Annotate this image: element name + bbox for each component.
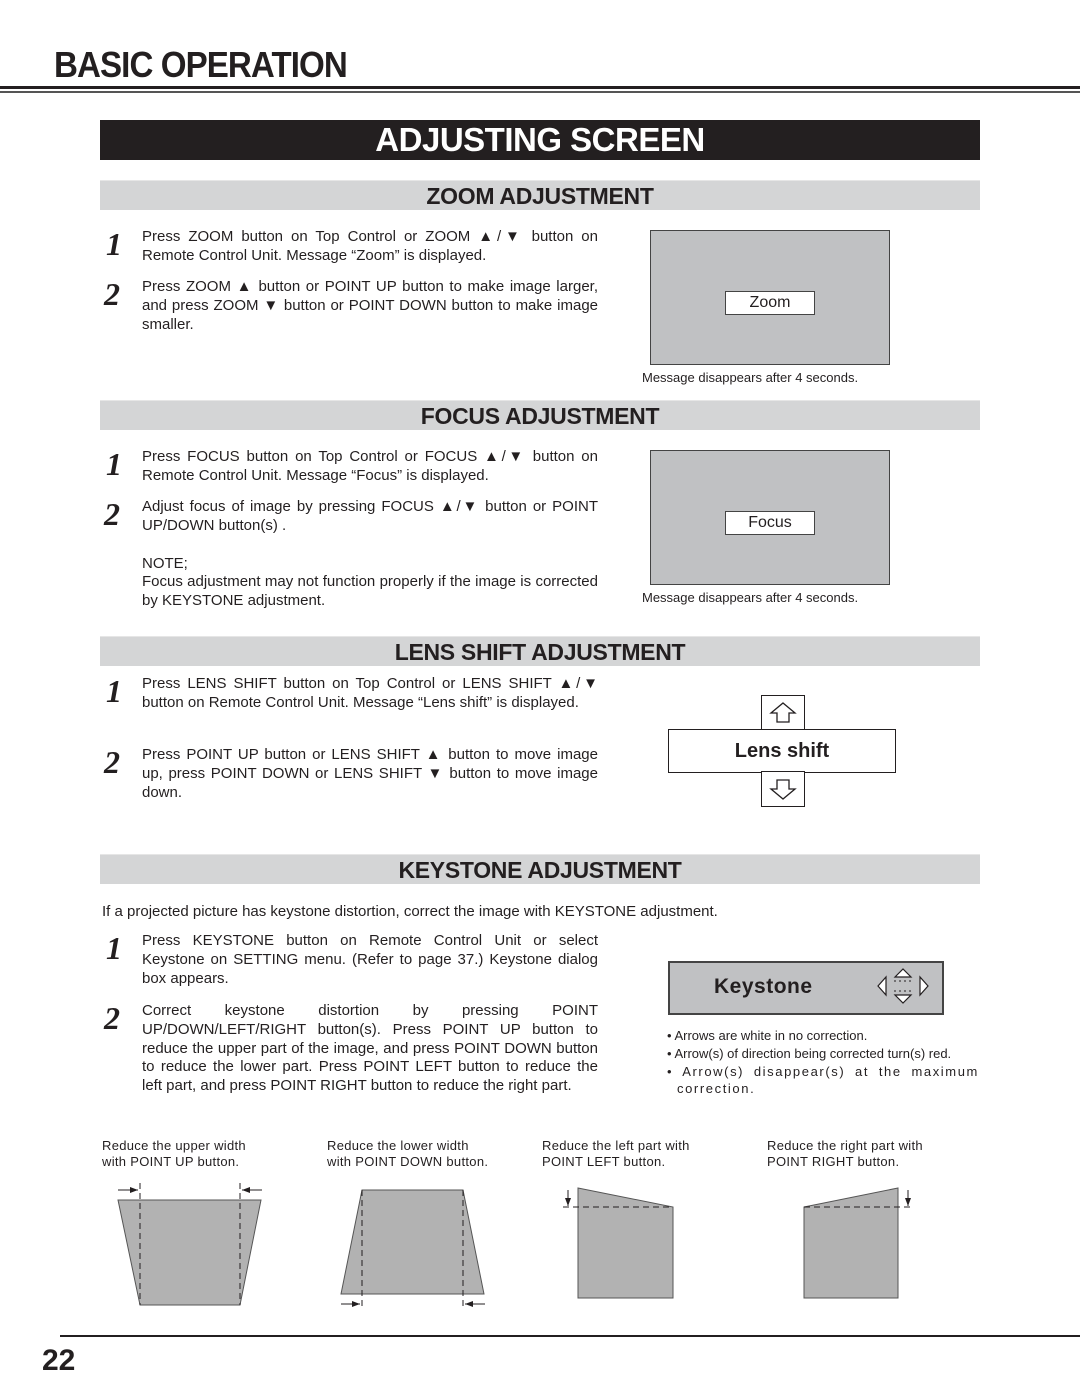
keystone-osd-label: Keystone <box>714 975 813 998</box>
keystone-osd-dialog: Keystone <box>668 961 944 1015</box>
focus-screen-illustration: Focus <box>650 450 890 585</box>
right-arrow-icon <box>919 975 929 997</box>
keystone-intro: If a projected picture has keystone dist… <box>102 903 718 920</box>
focus-step-2-number: 2 <box>104 496 120 532</box>
footer-rule <box>60 1335 1080 1337</box>
focus-note-text: Focus adjustment may not function proper… <box>142 573 598 609</box>
focus-step-1-number: 1 <box>106 446 122 482</box>
focus-step-1-text: Press FOCUS button on Top Control or FOC… <box>142 448 598 484</box>
keystone-step-1-text: Press KEYSTONE button on Remote Control … <box>142 932 598 987</box>
zoom-section-title: ZOOM ADJUSTMENT <box>100 180 980 210</box>
lens-shift-section-title: LENS SHIFT ADJUSTMENT <box>100 636 980 666</box>
focus-step-2-text: Adjust focus of image by pressing FOCUS … <box>142 498 598 534</box>
focus-section-title: FOCUS ADJUSTMENT <box>100 400 980 430</box>
focus-note-label: NOTE; <box>142 555 188 572</box>
header-rule-secondary <box>0 91 1080 93</box>
keystone-step-2-text: Correct keystone distortion by pressing … <box>142 1002 598 1095</box>
lens-shift-osd-message: Lens shift <box>668 729 896 773</box>
lens-shift-down-box <box>761 771 805 807</box>
zoom-osd-message: Zoom <box>725 291 815 315</box>
up-arrow-icon <box>769 702 797 723</box>
chapter-banner: ADJUSTING SCREEN <box>100 120 980 160</box>
zoom-step-1-number: 1 <box>106 226 122 262</box>
diagram-upper-caption: Reduce the upper width with POINT UP but… <box>102 1138 246 1169</box>
diagram-left-caption: Reduce the left part with POINT LEFT but… <box>542 1138 690 1169</box>
focus-osd-message: Focus <box>725 511 815 535</box>
diagram-lower-keystone <box>340 1189 485 1308</box>
diagram-lower-caption: Reduce the lower width with POINT DOWN b… <box>327 1138 489 1169</box>
keystone-note-3: • Arrow(s) disappear(s) at the maximum c… <box>667 1063 979 1097</box>
keystone-step-2-number: 2 <box>104 1000 120 1036</box>
diagram-left-keystone <box>563 1187 674 1299</box>
lens-step-1-number: 1 <box>106 673 122 709</box>
down-arrow-icon <box>893 994 913 1004</box>
zoom-screen-illustration: Zoom <box>650 230 890 365</box>
lens-step-1-text: Press LENS SHIFT button on Top Control o… <box>142 675 598 711</box>
page-header: BASIC OPERATION <box>54 44 348 85</box>
focus-caption: Message disappears after 4 seconds. <box>642 590 859 605</box>
header-rule <box>0 86 1080 89</box>
down-arrow-icon <box>769 779 797 800</box>
left-arrow-icon <box>877 975 887 997</box>
zoom-step-2-text: Press ZOOM ▲ button or POINT UP button t… <box>142 278 598 333</box>
diagram-upper-keystone <box>117 1183 262 1306</box>
zoom-step-1-text: Press ZOOM button on Top Control or ZOOM… <box>142 228 598 264</box>
up-arrow-icon <box>893 968 913 978</box>
lens-step-2-text: Press POINT UP button or LENS SHIFT ▲ bu… <box>142 746 598 801</box>
keystone-notes: • Arrows are white in no correction. • A… <box>667 1027 979 1098</box>
page-number: 22 <box>42 1344 76 1377</box>
keystone-section-title: KEYSTONE ADJUSTMENT <box>100 854 980 884</box>
diagram-right-keystone <box>803 1187 912 1299</box>
diagram-right-caption: Reduce the right part with POINT RIGHT b… <box>767 1138 923 1169</box>
keystone-note-2: • Arrow(s) of direction being corrected … <box>667 1045 952 1061</box>
keystone-step-1-number: 1 <box>106 930 122 966</box>
keystone-diagrams <box>117 1183 912 1308</box>
zoom-step-2-number: 2 <box>104 276 120 312</box>
keystone-note-1: • Arrows are white in no correction. <box>667 1028 868 1043</box>
lens-shift-up-box <box>761 695 805 731</box>
lens-step-2-number: 2 <box>104 744 120 780</box>
zoom-caption: Message disappears after 4 seconds. <box>642 370 859 385</box>
keystone-direction-arrows-icon <box>877 968 929 1004</box>
